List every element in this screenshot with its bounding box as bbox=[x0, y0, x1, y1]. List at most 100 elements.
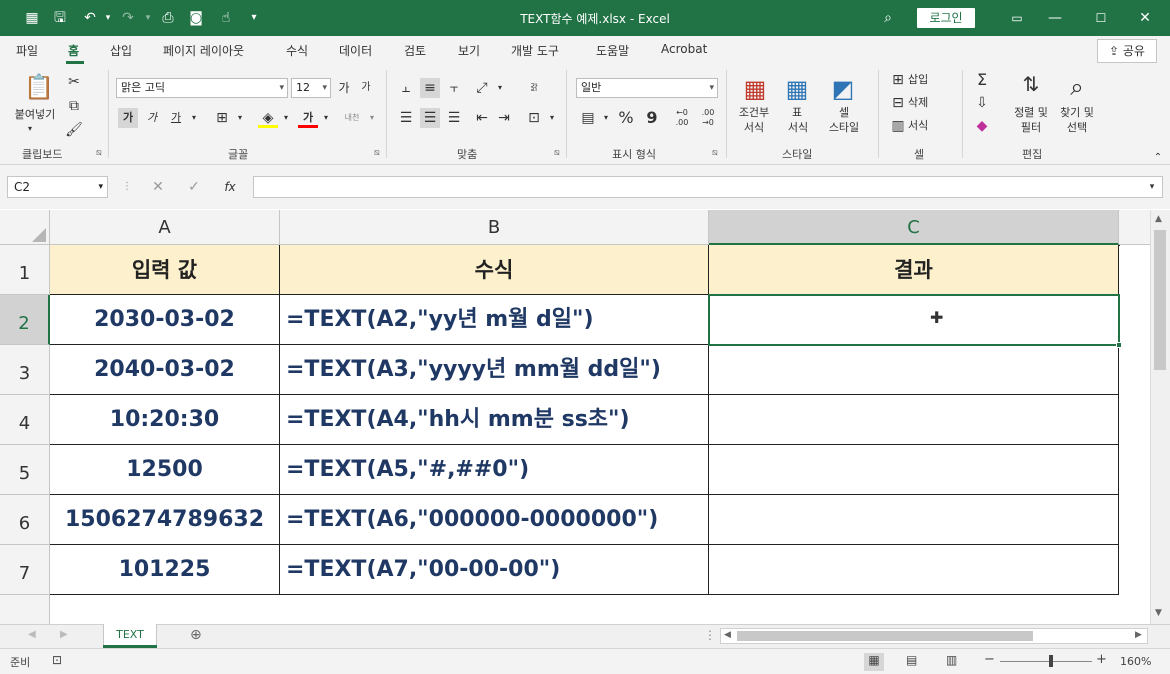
normal-view-icon[interactable]: ▦ bbox=[864, 653, 884, 671]
align-top-icon[interactable]: ⫠ bbox=[396, 78, 416, 98]
phonetic-button[interactable]: 내천 bbox=[342, 108, 362, 128]
print-preview-icon[interactable]: ⎙ bbox=[158, 8, 178, 28]
scroll-thumb[interactable] bbox=[1154, 230, 1166, 370]
scroll-up-icon[interactable]: ▲ bbox=[1155, 214, 1162, 224]
page-layout-view-icon[interactable]: ▤ bbox=[906, 653, 917, 667]
vertical-scrollbar[interactable]: ▲ ▼ bbox=[1150, 210, 1170, 624]
italic-button[interactable]: 가 bbox=[142, 108, 162, 128]
font-size-select[interactable]: 12 ▾ bbox=[291, 78, 331, 98]
cell-a5[interactable]: 12500 bbox=[50, 445, 280, 495]
cell-b7[interactable]: =TEXT(A7,"00-00-00") bbox=[280, 545, 709, 595]
conditional-formatting-label2[interactable]: 서식 bbox=[734, 121, 774, 135]
camera-icon[interactable]: ◙ bbox=[186, 8, 206, 28]
select-all-corner[interactable] bbox=[0, 210, 50, 245]
shrink-font-icon[interactable]: 가 bbox=[356, 78, 376, 98]
insert-cells-button[interactable]: 삽입 bbox=[908, 73, 928, 87]
cut-icon[interactable]: ✂ bbox=[64, 72, 84, 92]
wrap-text-button[interactable]: 갉 bbox=[524, 78, 544, 98]
cell-styles-button[interactable]: 셀 bbox=[836, 106, 852, 120]
delete-cells-button[interactable]: 삭제 bbox=[908, 96, 928, 110]
cell-a3[interactable]: 2040-03-02 bbox=[50, 345, 280, 395]
number-launcher-icon[interactable]: ⧅ bbox=[712, 148, 718, 158]
number-format-select[interactable]: 일반 ▾ bbox=[576, 78, 718, 98]
scroll-left-icon[interactable]: ◀ bbox=[724, 630, 731, 640]
tab-formulas[interactable]: 수식 bbox=[286, 42, 308, 59]
share-button[interactable]: ⇪ 공유 bbox=[1097, 39, 1157, 63]
tab-help[interactable]: 도움말 bbox=[596, 42, 629, 59]
format-cells-button[interactable]: 서식 bbox=[908, 119, 928, 133]
horizontal-scroll-thumb[interactable] bbox=[737, 631, 1033, 641]
cell-b4[interactable]: =TEXT(A4,"hh시 mm분 ss초") bbox=[280, 395, 709, 445]
login-button[interactable]: 로그인 bbox=[917, 8, 975, 28]
tab-developer[interactable]: 개발 도구 bbox=[511, 42, 559, 59]
tab-split-icon[interactable]: ⋮ bbox=[704, 628, 716, 642]
scroll-right-icon[interactable]: ▶ bbox=[1135, 630, 1142, 640]
insert-cells-icon[interactable]: ⊞ bbox=[888, 70, 908, 90]
cell-b5[interactable]: =TEXT(A5,"#,##0") bbox=[280, 445, 709, 495]
cell-c5[interactable] bbox=[709, 445, 1119, 495]
cell-a1[interactable]: 입력 값 bbox=[50, 245, 280, 295]
autosave-icon[interactable]: ▦ bbox=[22, 8, 42, 28]
customize-qat-icon[interactable]: ▾ bbox=[244, 8, 264, 28]
prev-sheet-icon[interactable]: ◀ bbox=[28, 629, 36, 640]
decrease-indent-icon[interactable]: ⇤ bbox=[472, 108, 492, 128]
fill-icon[interactable]: ⇩ bbox=[972, 93, 992, 113]
search-icon[interactable]: ⌕ bbox=[878, 8, 898, 28]
align-left-icon[interactable]: ☰ bbox=[396, 108, 416, 128]
tab-view[interactable]: 보기 bbox=[458, 42, 480, 59]
redo-dropdown-icon[interactable]: ▾ bbox=[138, 8, 158, 28]
cell-a6[interactable]: 1506274789632 bbox=[50, 495, 280, 545]
maximize-icon[interactable]: ☐ bbox=[1086, 6, 1116, 30]
phonetic-dropdown-icon[interactable]: ▾ bbox=[362, 108, 382, 128]
tab-page-layout[interactable]: 페이지 레이아웃 bbox=[163, 42, 244, 59]
find-select-button[interactable]: 찾기 및 bbox=[1054, 106, 1100, 120]
row-header-8[interactable] bbox=[0, 595, 50, 624]
scroll-down-icon[interactable]: ▼ bbox=[1155, 608, 1162, 618]
orientation-dropdown-icon[interactable]: ▾ bbox=[490, 78, 510, 98]
column-header-a[interactable]: A bbox=[50, 210, 280, 245]
next-sheet-icon[interactable]: ▶ bbox=[60, 629, 68, 640]
name-box[interactable]: C2 ▾ bbox=[7, 176, 108, 198]
sort-filter-icon[interactable]: ⇅ bbox=[1016, 74, 1046, 102]
confirm-entry-icon[interactable]: ✓ bbox=[184, 177, 204, 197]
column-header-b[interactable]: B bbox=[280, 210, 709, 245]
align-middle-icon[interactable]: ≡ bbox=[420, 78, 440, 98]
align-bottom-icon[interactable]: ⫟ bbox=[444, 78, 464, 98]
zoom-in-icon[interactable]: + bbox=[1096, 652, 1107, 667]
undo-icon[interactable]: ↶ bbox=[80, 8, 100, 28]
row-header-6[interactable]: 6 bbox=[0, 495, 50, 545]
conditional-formatting-button[interactable]: 조건부 bbox=[734, 106, 774, 120]
format-as-table-icon[interactable]: ▦ bbox=[782, 74, 812, 104]
tab-file[interactable]: 파일 bbox=[16, 42, 38, 59]
format-as-table-button[interactable]: 표 bbox=[784, 106, 810, 120]
format-cells-icon[interactable]: ▥ bbox=[888, 116, 908, 136]
percent-style-button[interactable]: % bbox=[616, 108, 636, 128]
horizontal-scrollbar[interactable]: ◀ ▶ bbox=[720, 628, 1148, 644]
tab-home[interactable]: 홈 bbox=[68, 42, 79, 59]
alignment-launcher-icon[interactable]: ⧅ bbox=[554, 148, 560, 158]
fill-color-dropdown-icon[interactable]: ▾ bbox=[276, 108, 296, 128]
autosum-button[interactable]: Σ bbox=[972, 70, 992, 90]
insert-function-icon[interactable]: fx bbox=[220, 177, 240, 197]
cell-a2[interactable]: 2030-03-02 bbox=[50, 295, 280, 345]
cell-styles-icon[interactable]: ◩ bbox=[828, 74, 858, 104]
align-right-icon[interactable]: ☰ bbox=[444, 108, 464, 128]
row-header-5[interactable]: 5 bbox=[0, 445, 50, 495]
clear-icon[interactable]: ◆ bbox=[972, 116, 992, 136]
tab-review[interactable]: 검토 bbox=[404, 42, 426, 59]
worksheet-grid[interactable]: A B C 1 2 3 4 5 6 7 입력 값 수식 결과 2030-03-0… bbox=[0, 210, 1150, 624]
paste-button[interactable]: 붙여넣기 bbox=[10, 108, 60, 122]
minimize-icon[interactable]: — bbox=[1040, 6, 1070, 30]
clipboard-launcher-icon[interactable]: ⧅ bbox=[96, 148, 102, 158]
align-center-icon[interactable]: ☰ bbox=[420, 108, 440, 128]
cell-b3[interactable]: =TEXT(A3,"yyyy년 mm월 dd일") bbox=[280, 345, 709, 395]
close-icon[interactable]: ✕ bbox=[1130, 6, 1160, 30]
border-icon[interactable]: ⊞ bbox=[212, 108, 232, 128]
page-break-view-icon[interactable]: ▥ bbox=[946, 653, 957, 667]
cell-b1[interactable]: 수식 bbox=[280, 245, 709, 295]
save-icon[interactable]: 🖫 bbox=[50, 8, 70, 28]
undo-dropdown-icon[interactable]: ▾ bbox=[98, 8, 118, 28]
fill-handle[interactable] bbox=[1116, 342, 1122, 348]
cell-a7[interactable]: 101225 bbox=[50, 545, 280, 595]
cell-c1[interactable]: 결과 bbox=[709, 245, 1119, 295]
